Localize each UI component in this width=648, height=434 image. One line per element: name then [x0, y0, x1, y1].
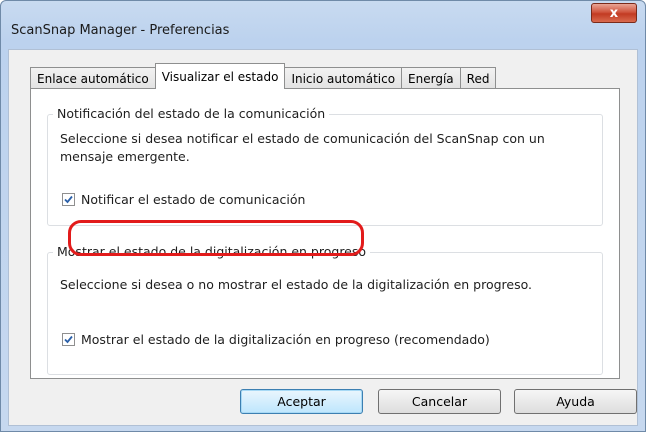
close-icon: x	[609, 5, 619, 21]
notification-group-legend: Notificación del estado de la comunicaci…	[53, 106, 330, 121]
tab-strip: Enlace automático Visualizar el estado I…	[30, 63, 497, 89]
dialog-button-bar: Aceptar Cancelar Ayuda	[9, 377, 637, 425]
progress-group: Mostrar el estado de la digitalización e…	[47, 244, 603, 375]
tab-red[interactable]: Red	[459, 67, 497, 89]
dialog-client-area: Enlace automático Visualizar el estado I…	[8, 49, 638, 426]
show-progress-label: Mostrar el estado de la digitalización e…	[81, 332, 490, 347]
checkmark-icon	[64, 195, 73, 204]
checkbox-box[interactable]	[62, 193, 75, 206]
preferences-dialog: ScanSnap Manager - Preferencias x Enlace…	[0, 0, 646, 432]
progress-description: Seleccione si desea o no mostrar el esta…	[60, 277, 533, 292]
notification-description: Seleccione si desea notificar el estado …	[60, 130, 545, 166]
notification-description-line1: Seleccione si desea notificar el estado …	[60, 131, 545, 146]
tab-energia[interactable]: Energía	[401, 67, 461, 89]
tab-visualizar-estado[interactable]: Visualizar el estado	[154, 63, 286, 89]
ok-button[interactable]: Aceptar	[240, 389, 363, 414]
notification-group: Notificación del estado de la comunicaci…	[47, 106, 603, 226]
tab-panel: Notificación del estado de la comunicaci…	[30, 88, 620, 379]
notify-status-label: Notificar el estado de comunicación	[81, 192, 306, 207]
checkmark-icon	[64, 335, 73, 344]
notification-description-line2: mensaje emergente.	[60, 149, 190, 164]
title-bar[interactable]: ScanSnap Manager - Preferencias x	[1, 1, 645, 49]
tab-enlace-automatico[interactable]: Enlace automático	[30, 67, 156, 89]
checkbox-box[interactable]	[62, 333, 75, 346]
tab-inicio-automatico[interactable]: Inicio automático	[284, 67, 403, 89]
help-button[interactable]: Ayuda	[514, 389, 637, 414]
red-highlight-annotation	[68, 220, 364, 256]
show-progress-checkbox[interactable]: Mostrar el estado de la digitalización e…	[62, 332, 490, 347]
close-button[interactable]: x	[591, 3, 637, 23]
notify-status-checkbox[interactable]: Notificar el estado de comunicación	[62, 192, 305, 207]
window-title: ScanSnap Manager - Preferencias	[11, 23, 230, 38]
cancel-button[interactable]: Cancelar	[378, 389, 501, 414]
